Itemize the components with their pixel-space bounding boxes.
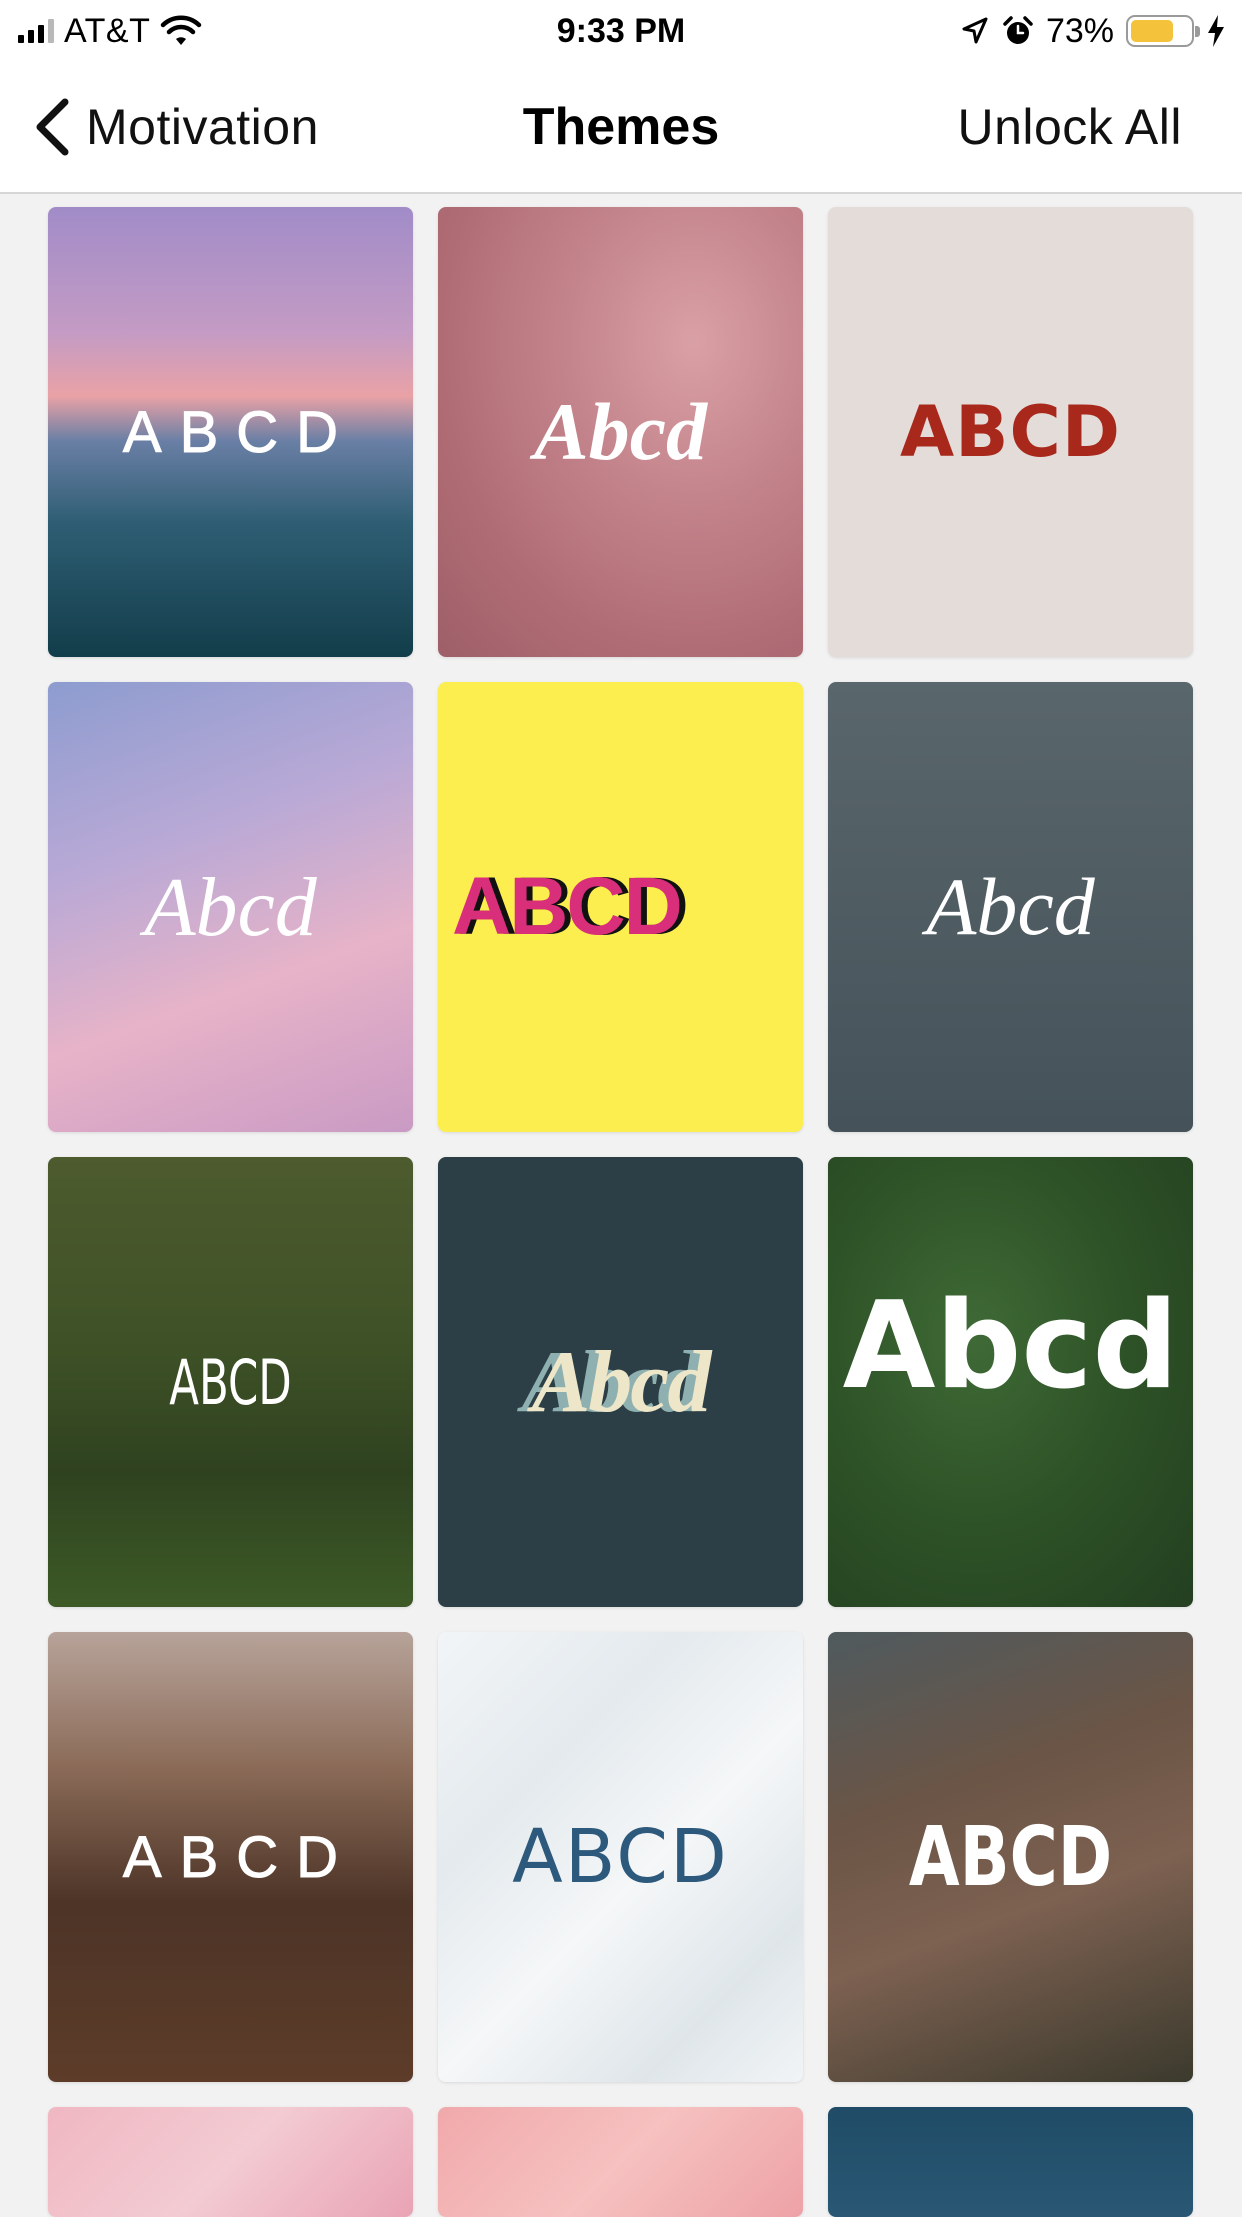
battery-percent: 73% (1045, 11, 1114, 50)
theme-sample-text: ABCD (512, 1814, 729, 1900)
theme-tile[interactable]: ABCD (828, 207, 1193, 657)
status-bar: AT&T 9:33 PM 73% (0, 0, 1242, 62)
theme-tile[interactable] (48, 2107, 413, 2217)
theme-sample-text: Abcd (842, 1277, 1179, 1416)
alarm-icon (1003, 16, 1033, 44)
theme-tile[interactable]: ABCD (48, 1157, 413, 1607)
unlock-all-button[interactable]: Unlock All (957, 92, 1182, 162)
theme-tile[interactable]: Abcd (438, 207, 803, 657)
theme-sample-text: ABCD (908, 1809, 1113, 1905)
theme-sample-text: ABCD (899, 391, 1121, 473)
theme-tile[interactable] (438, 2107, 803, 2217)
theme-tile[interactable]: ABCD (48, 207, 413, 657)
theme-sample-text: Abcd (533, 386, 708, 477)
battery-icon (1126, 15, 1200, 47)
theme-sample-text: ABCD (169, 1345, 292, 1419)
theme-tile[interactable]: ABCD (438, 682, 803, 1132)
theme-sample-text: Abcd (144, 860, 317, 954)
theme-tile[interactable]: ABCD (48, 1632, 413, 2082)
battery-cap (1195, 26, 1200, 37)
location-arrow-icon (962, 17, 988, 44)
nav-bar: Motivation Themes Unlock All (0, 62, 1242, 194)
theme-tile[interactable]: Abcd (48, 682, 413, 1132)
theme-tile[interactable]: Abcd (438, 1157, 803, 1607)
theme-sample-text: ABCD (122, 399, 357, 465)
theme-sample-text: Abcd (926, 861, 1095, 952)
theme-tile[interactable]: Abcd (828, 682, 1193, 1132)
theme-tile[interactable] (828, 2107, 1193, 2217)
battery-fill (1131, 20, 1173, 42)
theme-tile[interactable]: Abcd (828, 1157, 1193, 1607)
theme-sample-text: ABCD (452, 861, 683, 952)
theme-tile[interactable]: ABCD (438, 1632, 803, 2082)
theme-sample-text: Abcd (531, 1333, 712, 1431)
theme-tile[interactable]: ABCD (828, 1632, 1193, 2082)
charging-bolt-icon (1208, 15, 1224, 47)
status-right: 73% (960, 8, 1226, 54)
theme-sample-text: ABCD (122, 1824, 357, 1890)
